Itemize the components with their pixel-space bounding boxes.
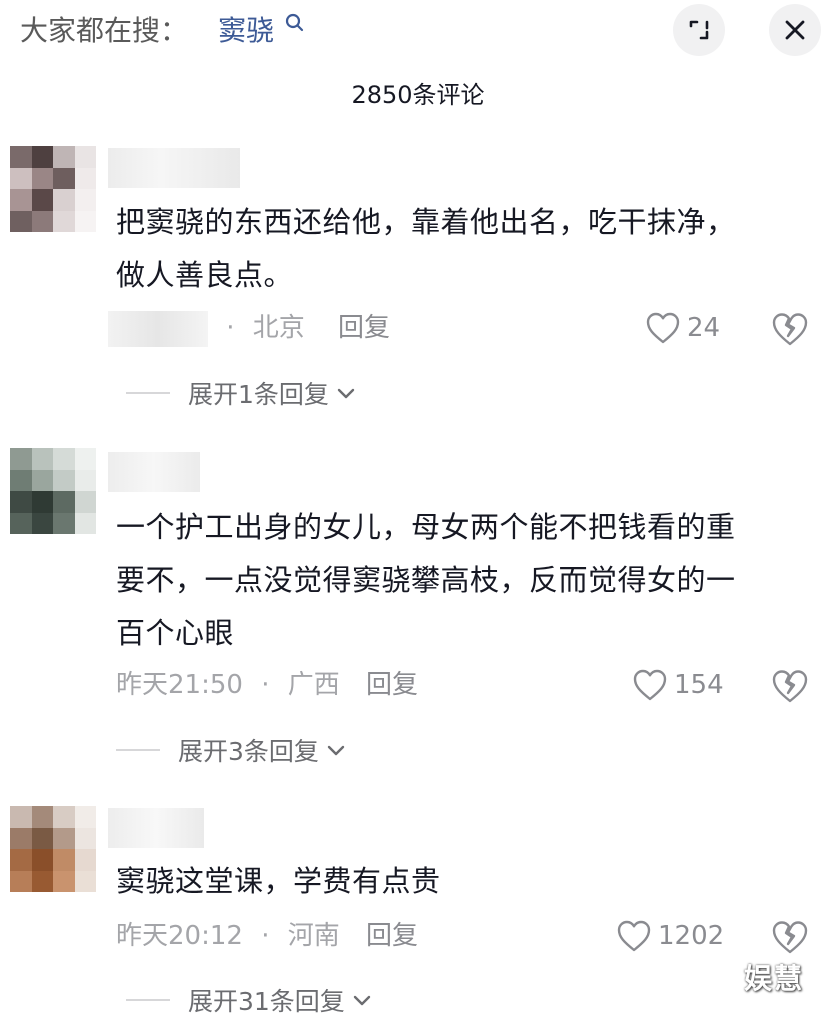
top-bar: 大家都在搜： 窦骁	[0, 0, 836, 62]
comment-text-line: 百个心眼	[116, 616, 235, 650]
like-count: 24	[687, 313, 721, 343]
expand-divider-line	[126, 999, 170, 1001]
watermark-logo: 娱慧	[744, 962, 805, 995]
reply-button[interactable]: 回复	[366, 665, 418, 705]
heart-icon	[646, 312, 680, 344]
comment-meta: 昨天21:50 · 广西 回复	[116, 665, 476, 705]
meta-separator: ·	[226, 313, 235, 343]
comment-meta: 昨天20:12 · 河南 回复	[116, 916, 476, 956]
heart-icon	[617, 920, 651, 952]
search-icon[interactable]	[284, 12, 306, 34]
expand-replies-button[interactable]: 展开1条回复	[126, 373, 357, 413]
avatar[interactable]	[10, 146, 96, 232]
chevron-down-icon	[337, 388, 355, 399]
comment-text: 一个护工出身的女儿，母女两个能不把钱看的重 要不，一点没觉得窦骁攀高枝，反而觉得…	[116, 501, 816, 660]
location-label: 河南	[287, 921, 340, 951]
avatar[interactable]	[10, 448, 96, 534]
expand-replies-label: 展开3条回复	[178, 737, 319, 766]
meta-separator: ·	[261, 670, 270, 700]
expand-icon	[689, 20, 709, 40]
close-icon	[785, 20, 805, 40]
comment-text-line: 窦骁这堂课，学费有点贵	[116, 864, 441, 898]
expand-button[interactable]	[673, 4, 725, 56]
broken-heart-icon[interactable]	[771, 310, 809, 348]
like-count: 154	[674, 670, 724, 700]
timestamp-blurred	[108, 310, 208, 347]
meta-separator: ·	[261, 921, 270, 951]
comment-meta: · 北京 回复	[108, 308, 428, 348]
expand-replies-label: 展开31条回复	[188, 987, 345, 1016]
expand-divider-line	[126, 392, 170, 394]
search-suggestion-keyword[interactable]: 窦骁	[218, 12, 274, 50]
expand-divider-line	[116, 749, 160, 751]
like-button[interactable]: 154	[632, 665, 724, 705]
broken-heart-icon[interactable]	[771, 667, 809, 705]
comment-text: 把窦骁的东西还给他，靠着他出名，吃干抹净， 做人善良点。	[116, 196, 816, 302]
like-count: 1202	[658, 921, 725, 951]
comment-text-line: 要不，一点没觉得窦骁攀高枝，反而觉得女的一	[116, 563, 736, 597]
avatar[interactable]	[10, 806, 96, 892]
like-button[interactable]: 1202	[616, 916, 724, 956]
expand-replies-label: 展开1条回复	[188, 380, 329, 409]
chevron-down-icon	[353, 995, 371, 1006]
location-label: 北京	[252, 313, 305, 343]
reply-button[interactable]: 回复	[366, 916, 418, 956]
expand-replies-button[interactable]: 展开3条回复	[116, 730, 347, 770]
comment-count: 2850条评论	[351, 81, 485, 109]
search-suggestion-prefix: 大家都在搜：	[20, 14, 189, 47]
like-button[interactable]: 24	[645, 308, 720, 348]
close-button[interactable]	[769, 4, 821, 56]
expand-replies-button[interactable]: 展开31条回复	[126, 980, 373, 1020]
location-label: 广西	[287, 670, 340, 700]
username-blurred[interactable]	[108, 148, 240, 188]
comment-text-line: 把窦骁的东西还给他，靠着他出名，吃干抹净，	[116, 205, 736, 239]
comment-text: 窦骁这堂课，学费有点贵	[116, 855, 816, 908]
username-blurred[interactable]	[108, 808, 204, 848]
heart-icon	[633, 669, 667, 701]
timestamp: 昨天20:12	[116, 921, 243, 951]
chevron-down-icon	[327, 745, 345, 756]
comment-text-line: 做人善良点。	[116, 258, 294, 292]
comment-text-line: 一个护工出身的女儿，母女两个能不把钱看的重	[116, 510, 736, 544]
timestamp: 昨天21:50	[116, 670, 243, 700]
reply-button[interactable]: 回复	[338, 308, 390, 348]
username-blurred[interactable]	[108, 452, 200, 492]
broken-heart-icon[interactable]	[771, 918, 809, 956]
